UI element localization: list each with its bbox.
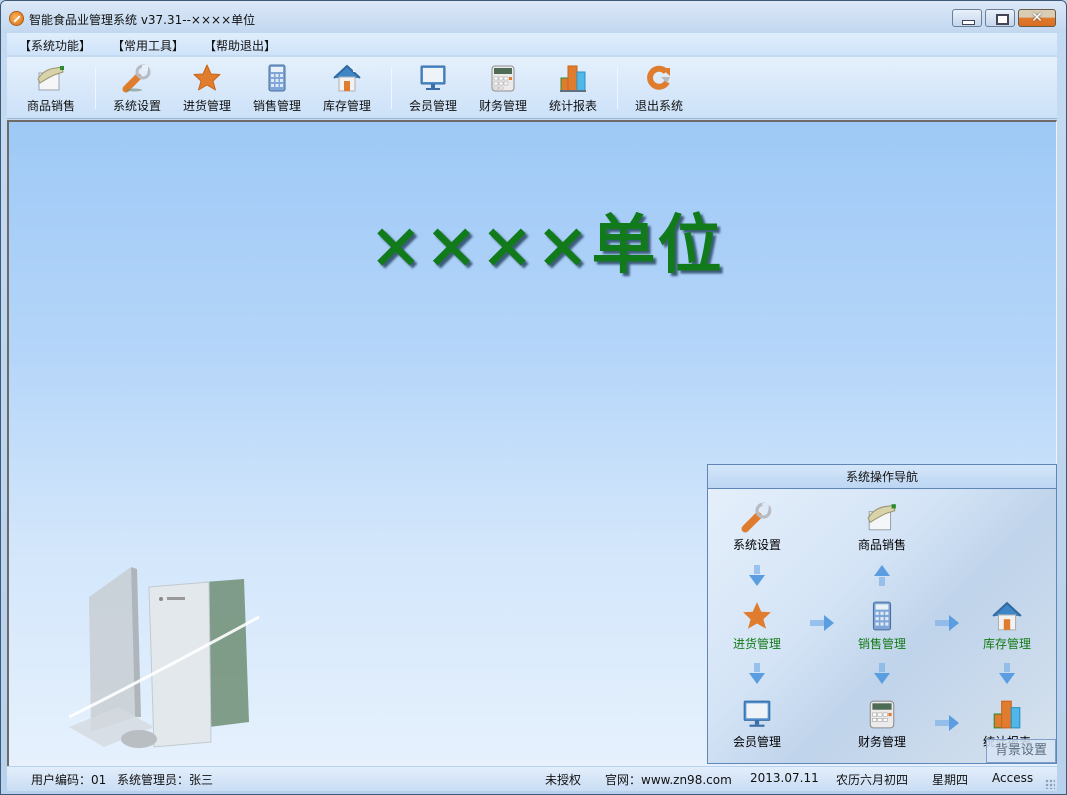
arrow-down-icon: [999, 663, 1015, 684]
menu-help-exit[interactable]: 【帮助退出】: [204, 37, 276, 54]
nav-label: 进货管理: [732, 637, 781, 651]
arrow-up-icon: [874, 565, 890, 586]
toolbar: 商品销售 系统设置 进货管理 销售管理 库存管理 会员管理 财务管理 统计报表 …: [7, 57, 1057, 119]
toolbar-purchase-management[interactable]: 进货管理: [175, 61, 239, 117]
toolbar-label: 进货管理: [182, 99, 231, 113]
maximize-button[interactable]: [985, 9, 1015, 27]
arrow-down-icon: [749, 565, 765, 586]
menu-common-tools[interactable]: 【常用工具】: [112, 37, 184, 54]
nav-inventory-management[interactable]: 库存管理: [962, 600, 1052, 652]
arrow-down-icon: [749, 663, 765, 684]
unit-title: ××××单位: [369, 208, 724, 283]
status-weekday: 星期四: [932, 773, 969, 787]
status-user-code: 用户编码：01: [31, 773, 107, 787]
operation-navigation-panel: 系统操作导航 系统设置 商品销售 进货管理 销售管理 库存管理 会员管理 财务管…: [707, 464, 1057, 764]
nav-label: 库存管理: [982, 637, 1031, 651]
toolbar-label: 会员管理: [408, 99, 457, 113]
bar-chart-icon: [993, 700, 1021, 729]
toolbar-separator: [391, 67, 392, 109]
status-license: 未授权: [545, 773, 582, 787]
toolbar-label: 财务管理: [478, 99, 527, 113]
hand-card-icon: [37, 66, 64, 91]
computer-illustration: [69, 567, 260, 748]
toolbar-label: 库存管理: [322, 99, 371, 113]
nav-label: 销售管理: [857, 637, 906, 651]
resize-grip-icon[interactable]: [1045, 779, 1055, 789]
toolbar-member-management[interactable]: 会员管理: [401, 61, 465, 117]
cash-register-icon: [869, 700, 895, 729]
nav-product-sales[interactable]: 商品销售: [837, 501, 927, 553]
toolbar-label: 统计报表: [548, 99, 597, 113]
toolbar-statistics-report[interactable]: 统计报表: [541, 61, 605, 117]
nav-system-settings[interactable]: 系统设置: [712, 501, 802, 553]
cash-register-icon: [491, 65, 515, 92]
exit-icon: [647, 65, 670, 90]
toolbar-exit-system[interactable]: 退出系统: [627, 61, 691, 117]
status-website[interactable]: 官网：www.zn98.com: [605, 771, 732, 788]
background-settings-button[interactable]: 背景设置: [986, 739, 1056, 763]
nav-purchase-management[interactable]: 进货管理: [712, 600, 802, 652]
wrench-icon: [741, 502, 772, 533]
house-icon: [992, 601, 1022, 631]
toolbar-finance-management[interactable]: 财务管理: [471, 61, 535, 117]
toolbar-label: 系统设置: [112, 99, 161, 113]
nav-label: 会员管理: [732, 735, 781, 749]
bar-chart-icon: [560, 65, 586, 92]
toolbar-sales-management[interactable]: 销售管理: [245, 61, 309, 117]
arrow-right-icon: [810, 615, 834, 631]
minimize-button[interactable]: [952, 9, 982, 27]
arrow-right-icon: [935, 715, 959, 731]
menu-bar: 【系统功能】 【常用工具】 【帮助退出】: [7, 33, 1057, 55]
toolbar-system-settings[interactable]: 系统设置: [105, 61, 169, 117]
nav-panel-title: 系统操作导航: [708, 465, 1056, 489]
toolbar-separator: [617, 67, 618, 109]
hand-card-icon: [867, 504, 896, 531]
calculator-icon: [268, 64, 286, 92]
monitor-icon: [420, 65, 446, 90]
arrow-down-icon: [874, 663, 890, 684]
toolbar-product-sales[interactable]: 商品销售: [19, 61, 83, 117]
status-date: 2013.07.11: [750, 771, 819, 785]
main-workspace: ××××单位 系统操作导航 系统设置 商品销售 进货管理 销售管理 库存管理 会…: [7, 120, 1057, 766]
window-title: 智能食品业管理系统 v37.31--××××单位: [29, 13, 256, 27]
wrench-icon: [122, 64, 151, 93]
status-bar: 用户编码：01 系统管理员：张三 未授权 官网：www.zn98.com 201…: [7, 767, 1057, 791]
toolbar-label: 商品销售: [26, 99, 75, 113]
arrow-right-icon: [935, 615, 959, 631]
title-bar[interactable]: 智能食品业管理系统 v37.31--××××单位 ✕: [1, 1, 1066, 33]
star-icon: [193, 64, 221, 91]
status-database: Access: [992, 771, 1034, 785]
toolbar-label: 退出系统: [634, 99, 683, 113]
nav-label: 财务管理: [857, 735, 906, 749]
house-icon: [333, 64, 361, 92]
star-icon: [743, 602, 771, 629]
close-icon: ✕: [1031, 10, 1043, 26]
nav-label: 商品销售: [857, 538, 906, 552]
monitor-icon: [743, 700, 771, 727]
calculator-icon: [872, 601, 892, 631]
close-button[interactable]: ✕: [1018, 9, 1056, 27]
menu-system-functions[interactable]: 【系统功能】: [19, 37, 91, 54]
toolbar-separator: [95, 67, 96, 109]
nav-member-management[interactable]: 会员管理: [712, 698, 802, 750]
window-controls: ✕: [952, 9, 1056, 27]
nav-finance-management[interactable]: 财务管理: [837, 698, 927, 750]
app-window: 智能食品业管理系统 v37.31--××××单位 ✕ 【系统功能】 【常用工具】…: [0, 0, 1067, 795]
nav-label: 系统设置: [732, 538, 781, 552]
nav-sales-management[interactable]: 销售管理: [837, 600, 927, 652]
toolbar-inventory-management[interactable]: 库存管理: [315, 61, 379, 117]
toolbar-label: 销售管理: [252, 99, 301, 113]
status-operator: 系统管理员：张三: [117, 773, 214, 787]
app-logo-icon: [9, 11, 24, 26]
status-lunar-date: 农历六月初四: [836, 773, 909, 787]
